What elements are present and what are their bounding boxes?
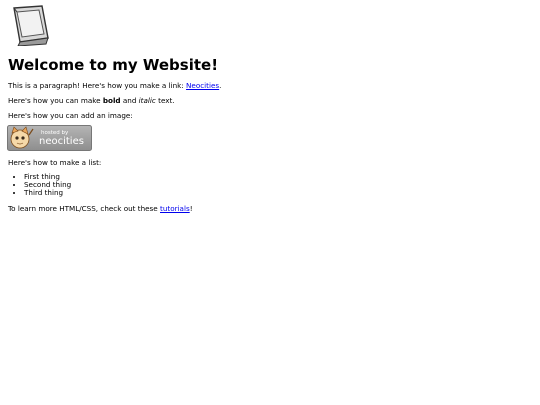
list-intro: Here's how to make a list: — [8, 158, 102, 167]
paragraph-formatting: Here's how you can make bold and italic … — [8, 96, 175, 105]
page-title: Welcome to my Website! — [8, 56, 219, 74]
badge-brand-text: neocities — [39, 136, 84, 147]
tutorial-paragraph: To learn more HTML/CSS, check out these … — [8, 204, 193, 213]
bold-text: bold — [102, 96, 121, 105]
italic-text: italic — [138, 96, 156, 105]
list-item: Third thing — [24, 189, 71, 197]
neocities-link[interactable]: Neocities — [186, 81, 219, 90]
computer-logo-icon — [13, 5, 49, 46]
paragraph-link: This is a paragraph! Here's how you make… — [8, 81, 222, 90]
image-intro: Here's how you can add an image: — [8, 111, 133, 120]
bulleted-list: First thing Second thing Third thing — [8, 173, 71, 197]
hosted-by-neocities-badge[interactable]: hosted by neocities — [7, 125, 92, 151]
tutorials-link[interactable]: tutorials — [160, 204, 190, 213]
